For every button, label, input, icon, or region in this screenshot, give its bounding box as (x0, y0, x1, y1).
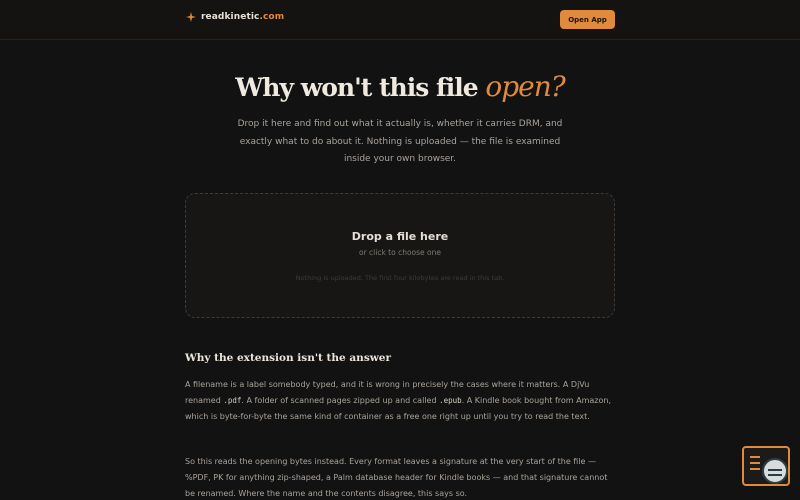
drop-zone-note: Nothing is uploaded. The first four kilo… (295, 274, 505, 282)
lines-icon (750, 456, 762, 476)
drop-zone-hint: or click to choose one (358, 248, 442, 257)
brand-name: readkinetic (201, 12, 260, 22)
code-pdf: .pdf (223, 396, 242, 406)
brand-logo[interactable]: readkinetic.com (186, 12, 284, 22)
page-title: Why won't this file open? (0, 70, 800, 103)
section-heading: Why the extension isn't the answer (185, 352, 391, 364)
section-paragraph-1: A filename is a label somebody typed, an… (185, 377, 615, 426)
magnifier-icon (762, 458, 788, 484)
page-title-accent: open? (485, 70, 565, 103)
page-subtitle: Drop it here and find out what it actual… (237, 119, 563, 164)
brand-tld: .com (259, 12, 285, 22)
help-widget-icon[interactable] (742, 446, 790, 486)
paragraph-text: . A folder of scanned pages zipped up an… (241, 396, 440, 406)
spark-icon (186, 12, 196, 22)
top-bar: readkinetic.com Open App (0, 0, 800, 40)
page-title-main: Why won't this file (235, 73, 486, 102)
drop-zone-title: Drop a file here (351, 230, 449, 243)
section-paragraph-2: So this reads the opening bytes instead.… (185, 457, 608, 499)
file-drop-zone[interactable]: Drop a file here or click to choose one … (185, 193, 615, 318)
code-epub: .epub (439, 396, 462, 406)
open-app-button[interactable]: Open App (560, 10, 615, 29)
